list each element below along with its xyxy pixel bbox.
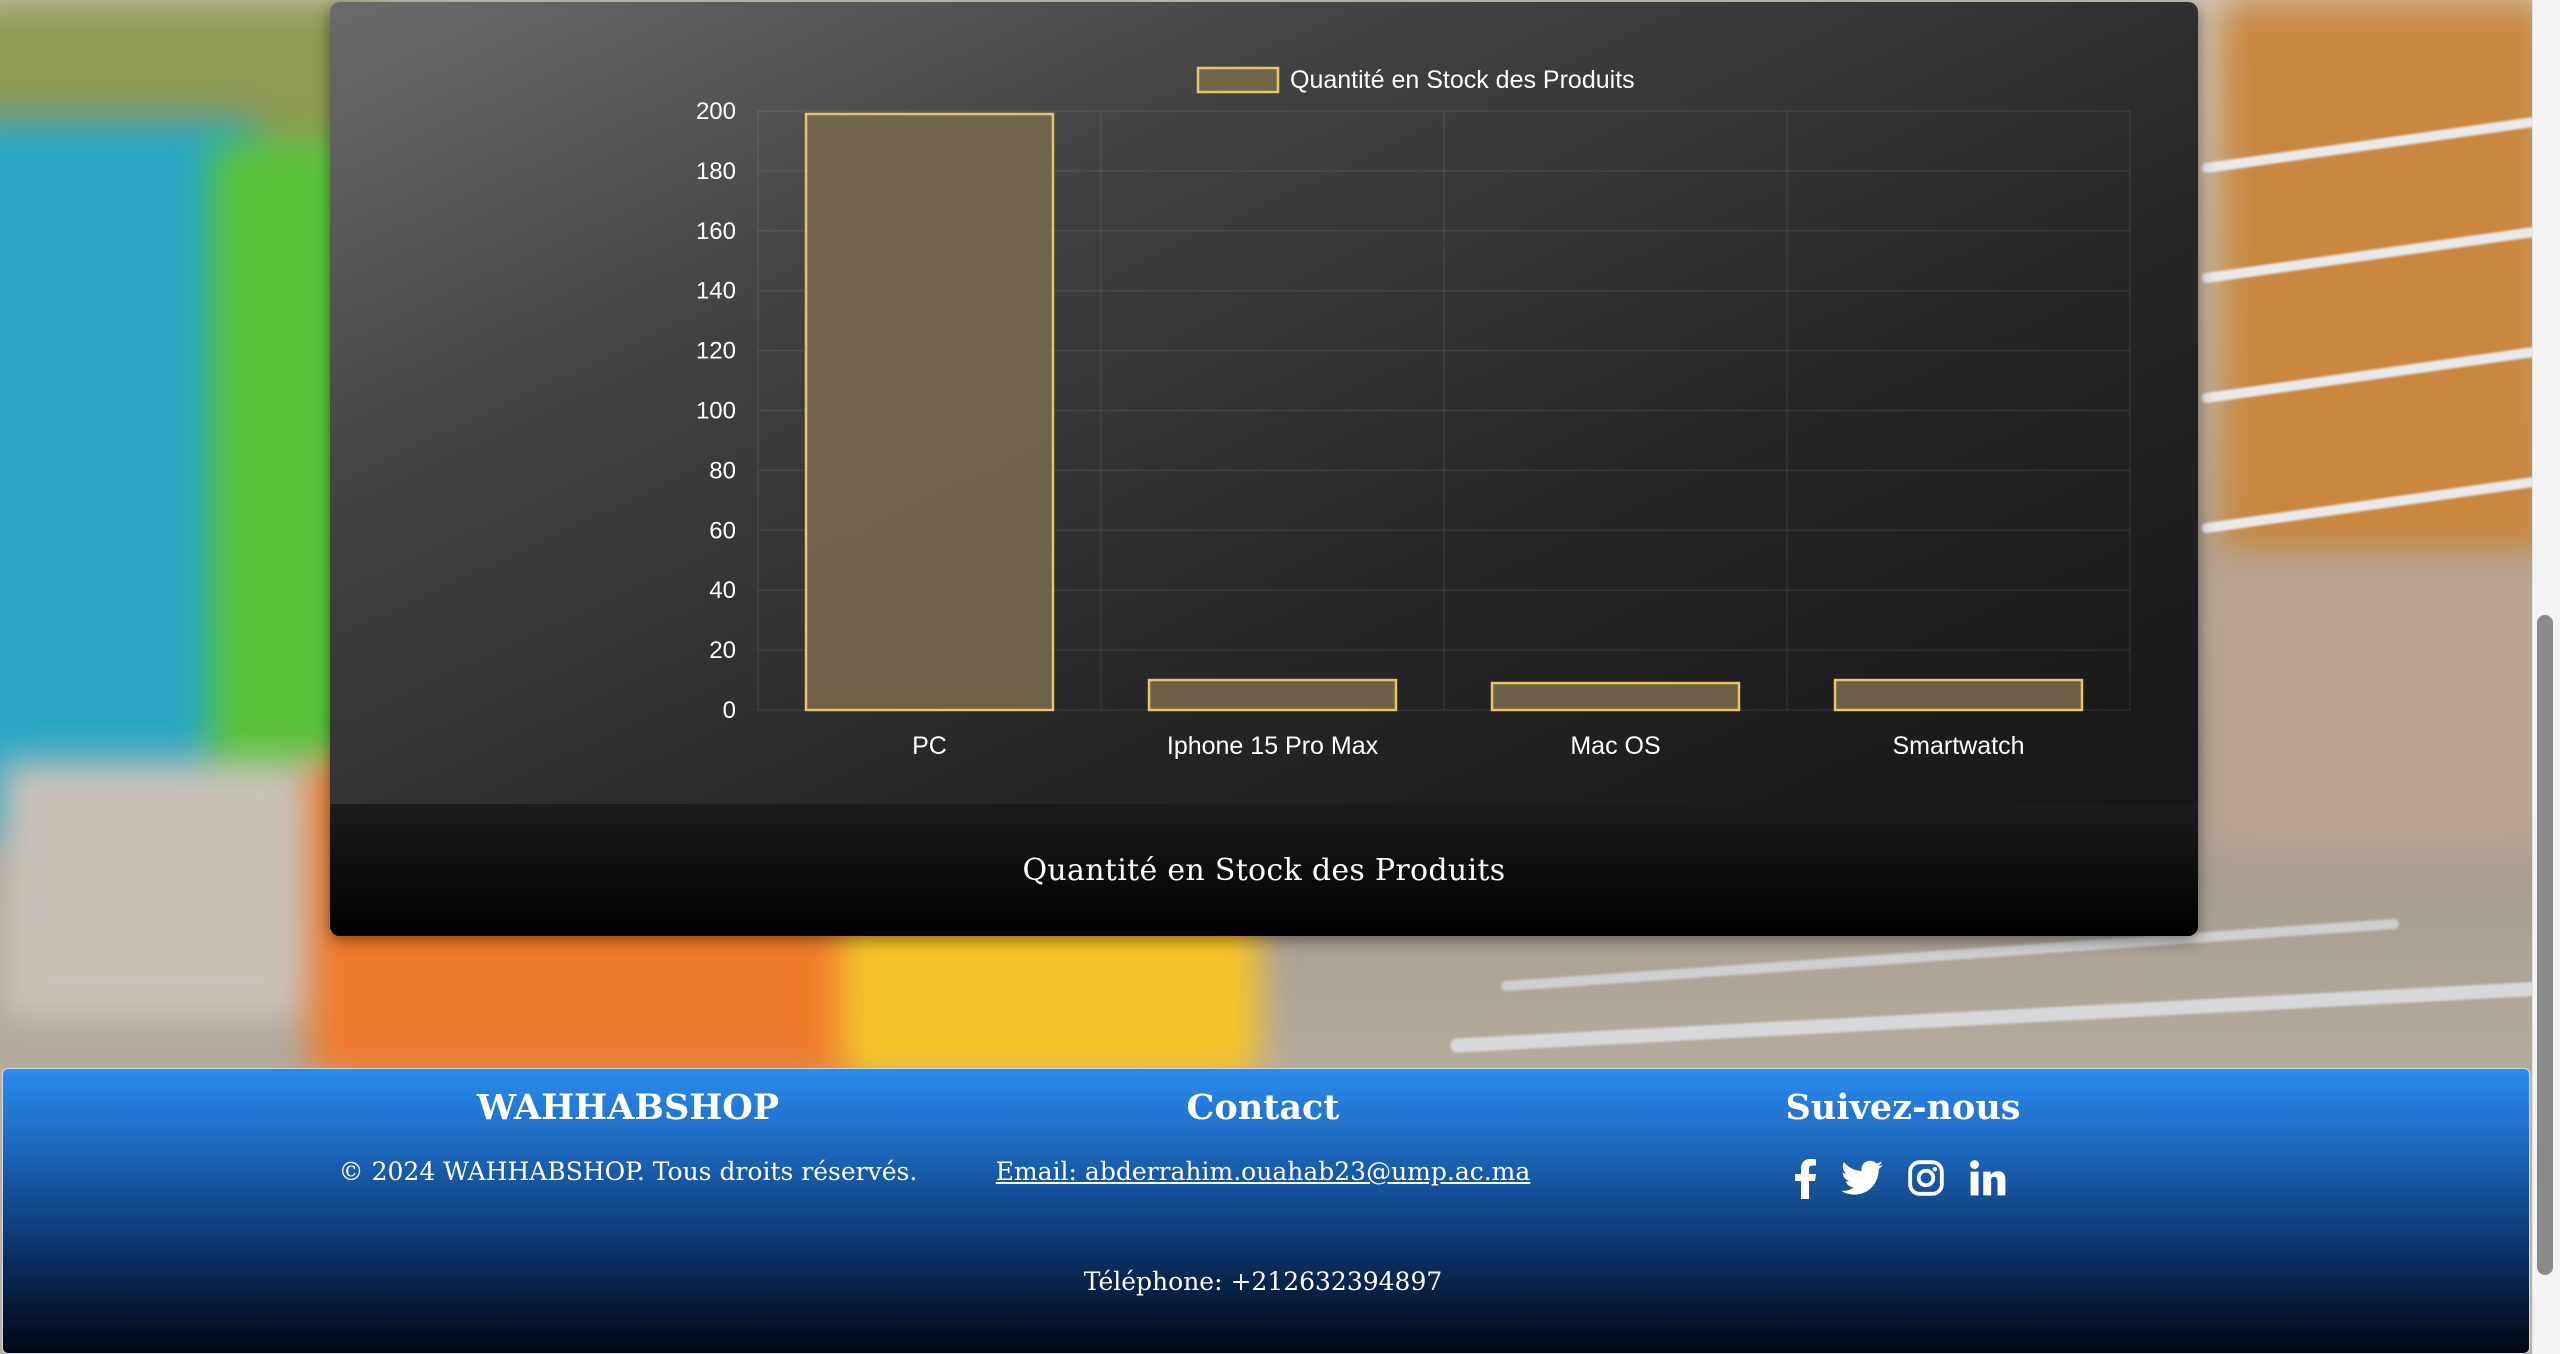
footer-email-link[interactable]: Email: abderrahim.ouahab23@ump.ac.ma xyxy=(996,1157,1531,1186)
instagram-icon[interactable] xyxy=(1907,1159,1945,1197)
y-tick-label: 20 xyxy=(709,637,736,664)
x-tick-label: Mac OS xyxy=(1570,732,1660,760)
social-links xyxy=(1793,1157,2007,1199)
x-tick-label: Iphone 15 Pro Max xyxy=(1167,732,1379,760)
y-tick-label: 0 xyxy=(723,697,736,724)
linkedin-icon[interactable] xyxy=(1969,1159,2007,1197)
y-tick-label: 200 xyxy=(696,98,736,125)
chart-area: 0 20 40 60 80 100 120 140 160 180 200 PC Iphone 15 P… xyxy=(330,2,2198,804)
y-tick-label: 80 xyxy=(709,457,736,484)
y-tick-label: 180 xyxy=(696,158,736,185)
y-tick-label: 120 xyxy=(696,338,736,365)
footer-social-title: Suivez-nous xyxy=(1785,1087,2021,1128)
legend-label: Quantité en Stock des Produits xyxy=(1290,66,1635,94)
x-tick-label: Smartwatch xyxy=(1893,732,2025,760)
y-tick-label: 140 xyxy=(696,278,736,305)
stock-bar-chart: 0 20 40 60 80 100 120 140 160 180 200 PC Iphone 15 P… xyxy=(696,66,2131,760)
card-footer: Quantité en Stock des Produits xyxy=(330,804,2198,936)
page-scrollbar-thumb[interactable] xyxy=(2537,615,2553,1275)
footer-copyright: © 2024 WAHHABSHOP. Tous droits réservés. xyxy=(338,1157,918,1186)
footer-brand-title: WAHHABSHOP xyxy=(476,1087,780,1128)
site-footer: WAHHABSHOP © 2024 WAHHABSHOP. Tous droit… xyxy=(2,1068,2530,1354)
bar-iphone-15-pro-max xyxy=(1147,678,1398,712)
x-tick-label: PC xyxy=(912,732,947,760)
stock-chart-card: 0 20 40 60 80 100 120 140 160 180 200 PC Iphone 15 P… xyxy=(330,2,2198,936)
bar-mac-os xyxy=(1490,681,1741,712)
bar-pc xyxy=(804,112,1055,712)
footer-contact-title: Contact xyxy=(1186,1087,1340,1128)
y-tick-label: 40 xyxy=(709,577,736,604)
y-tick-label: 100 xyxy=(696,398,736,425)
footer-phone: Téléphone: +212632394897 xyxy=(1083,1267,1443,1296)
bar-smartwatch xyxy=(1833,678,2084,712)
legend-swatch xyxy=(1196,66,1280,94)
chart-caption: Quantité en Stock des Produits xyxy=(1022,852,1506,888)
y-tick-label: 160 xyxy=(696,218,736,245)
facebook-icon[interactable] xyxy=(1793,1157,1817,1199)
twitter-icon[interactable] xyxy=(1841,1160,1883,1196)
y-tick-label: 60 xyxy=(709,517,736,544)
